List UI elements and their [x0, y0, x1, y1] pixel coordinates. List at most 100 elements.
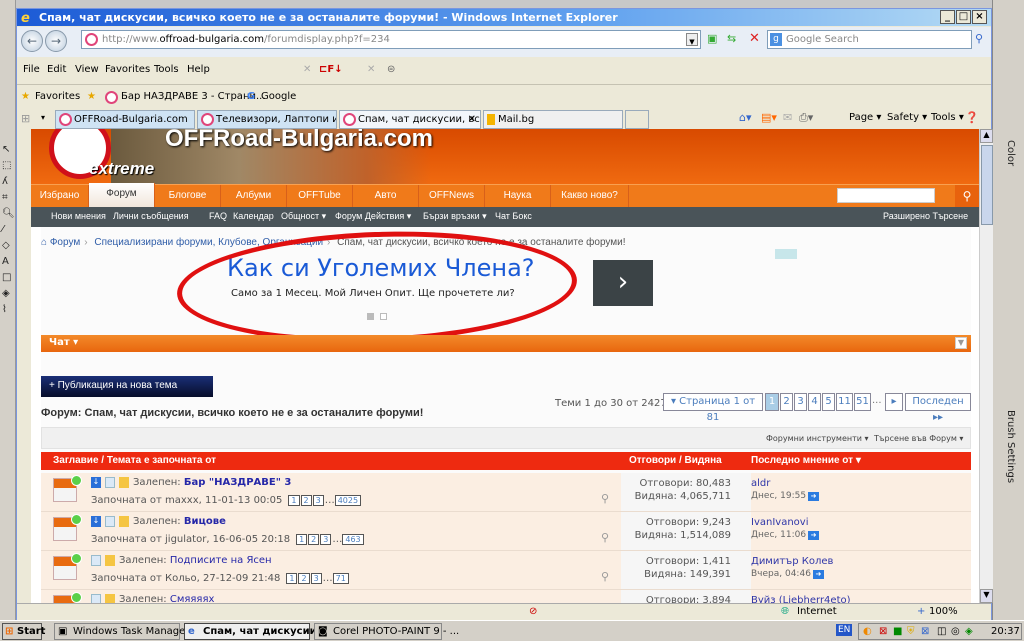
forum-tools-dropdown[interactable]: Форумни инструменти ▾ — [766, 434, 869, 443]
favorite-link[interactable]: Google — [261, 91, 296, 102]
page-link[interactable]: 11 — [836, 393, 853, 411]
scrollbar-thumb[interactable] — [981, 145, 993, 225]
menu-file[interactable]: File — [23, 64, 40, 75]
print-icon[interactable]: ⎙▾ — [799, 111, 813, 125]
search-go-icon[interactable]: ⚲ — [975, 32, 983, 45]
tab-active[interactable]: Спам, чат дискусии, вс... ✕ — [339, 110, 481, 129]
zoom-level[interactable]: 100% — [929, 606, 958, 617]
nav-offnews[interactable]: OFFNews — [419, 185, 485, 208]
pick-tool-icon[interactable]: ↖ — [2, 144, 14, 156]
subnav-community[interactable]: Общност ▾ — [281, 207, 326, 226]
last-page-button[interactable]: Последен ▸▸ — [905, 393, 971, 423]
column-stats[interactable]: Отговори / Видяна — [629, 452, 722, 469]
breadcrumb-forum[interactable]: Форум — [50, 237, 80, 248]
quick-tabs-icon[interactable]: ⊞ — [21, 112, 30, 125]
page-link[interactable]: 3 — [794, 393, 807, 411]
maximize-button[interactable]: □ — [956, 10, 971, 24]
refresh-icon[interactable]: ⇆ — [727, 32, 736, 45]
taskbar-item[interactable]: ▣ Windows Task Manager — [54, 623, 189, 640]
close-toolbar-icon[interactable]: ✕ — [367, 64, 375, 75]
tray-icon[interactable]: ◫ — [937, 624, 946, 639]
menu-edit[interactable]: Edit — [47, 64, 66, 75]
nav-whats-new[interactable]: Какво ново? — [551, 185, 629, 208]
tray-icon[interactable]: ◐ — [863, 624, 872, 639]
search-input[interactable]: g Google Search — [767, 30, 972, 49]
thread-last-page-link[interactable]: 463 — [342, 534, 364, 545]
start-button[interactable]: ⊞ Start — [2, 623, 45, 640]
nav-offtube[interactable]: OFFTube — [287, 185, 353, 208]
menu-help[interactable]: Help — [187, 64, 210, 75]
network-icon[interactable]: ⊠ — [879, 624, 887, 639]
go-to-last-post-icon[interactable]: ➜ — [808, 531, 820, 540]
thread-page-link[interactable]: 2 — [298, 573, 310, 584]
collapse-icon[interactable]: ▼ — [955, 337, 967, 349]
new-posts-icon[interactable] — [71, 475, 82, 486]
minimize-button[interactable]: _ — [940, 10, 955, 24]
tray-icon[interactable]: ◈ — [965, 624, 973, 639]
menu-view[interactable]: View — [75, 64, 99, 75]
thread-title-link[interactable]: Смяяяях — [170, 594, 215, 603]
nav-featured[interactable]: Избрано — [31, 185, 89, 208]
page-tool-icon[interactable]: ⊜ — [387, 64, 395, 75]
feeds-icon[interactable]: ▤▾ — [761, 111, 777, 124]
new-posts-icon[interactable] — [71, 553, 82, 564]
language-indicator[interactable]: EN — [836, 624, 853, 636]
compat-view-icon[interactable]: ▣ — [707, 32, 717, 45]
last-post-user[interactable]: IvanIvanovi — [751, 516, 819, 529]
tray-icon[interactable]: ■ — [893, 624, 902, 639]
network-icon[interactable]: ⊠ — [921, 624, 929, 639]
advanced-search-link[interactable]: Разширено Търсене — [883, 207, 968, 226]
nav-science[interactable]: Наука — [485, 185, 551, 208]
clock[interactable]: 20:37 — [991, 624, 1020, 639]
column-last-post[interactable]: Последно мнение от ▾ — [751, 452, 861, 469]
add-favorite-icon[interactable]: ★ — [87, 91, 96, 102]
page-link[interactable]: 5 — [822, 393, 835, 411]
tab-list-icon[interactable]: ▾ — [41, 113, 45, 122]
stop-icon[interactable]: ✕ — [749, 31, 760, 46]
thread-page-link[interactable]: 3 — [320, 534, 332, 545]
menu-tools[interactable]: Tools — [154, 64, 179, 75]
page-link[interactable]: 4 — [808, 393, 821, 411]
brush-tool-icon[interactable]: ⌇ — [2, 304, 14, 316]
mail-icon[interactable]: ✉ — [783, 111, 792, 124]
tab[interactable]: Mail.bg — [483, 110, 623, 129]
section-header-chat[interactable]: Чат ▾ ▼ — [41, 335, 971, 352]
page-scrollbar[interactable]: ▲ ▼ — [979, 129, 993, 603]
attachment-icon[interactable]: ⚲ — [601, 570, 609, 583]
taskbar-item-active[interactable]: e Спам, чат дискусии, ... — [184, 623, 335, 640]
subnav-faq[interactable]: FAQ — [209, 207, 227, 226]
subnav-private-messages[interactable]: Лични съобщения — [113, 207, 189, 226]
page-menu[interactable]: Page ▾ — [849, 112, 881, 123]
tab[interactable]: Телевизори, Лаптопи и др... — [197, 110, 337, 129]
addon-toolbar-icon[interactable]: ⊏F↓ — [319, 64, 343, 75]
thread-page-link[interactable]: 1 — [288, 495, 300, 506]
crop-tool-icon[interactable]: ⌗ — [2, 192, 14, 204]
address-dropdown-icon[interactable]: ▼ — [686, 33, 698, 46]
scroll-down-arrow[interactable]: ▼ — [980, 589, 993, 603]
thread-page-link[interactable]: 1 — [296, 534, 308, 545]
new-posts-icon[interactable] — [71, 592, 82, 603]
nav-albums[interactable]: Албуми — [221, 185, 287, 208]
column-title[interactable]: Заглавие / Темата е започната от — [53, 452, 216, 469]
go-to-last-post-icon[interactable]: ➜ — [812, 570, 824, 579]
nav-forum[interactable]: Форум — [89, 183, 155, 208]
page-link-current[interactable]: 1 — [765, 393, 779, 411]
nav-blogs[interactable]: Блогове — [155, 185, 221, 208]
thread-page-link[interactable]: 2 — [308, 534, 320, 545]
thread-page-link[interactable]: 3 — [310, 573, 322, 584]
last-post-user[interactable]: Димитър Колев — [751, 555, 833, 568]
close-tab-icon[interactable]: ✕ — [468, 111, 476, 128]
mask-tool-icon[interactable]: ⬚ — [2, 160, 14, 172]
attachment-icon[interactable]: ⚲ — [601, 531, 609, 544]
favorites-button[interactable]: Favorites — [35, 91, 80, 102]
thread-row[interactable]: ↓ Залепен: Бар "НАЗДРАВЕ" 3 Започната от m… — [41, 473, 971, 512]
tools-menu[interactable]: Tools ▾ — [931, 112, 964, 123]
address-bar[interactable]: http://www.offroad-bulgaria.com/forumdis… — [81, 30, 701, 49]
thread-row[interactable]: ↓ Залепен: Вицове Започната от jigulator, … — [41, 512, 971, 551]
home-icon[interactable]: ⌂▾ — [739, 111, 752, 124]
lasso-tool-icon[interactable]: ʎ — [2, 176, 14, 188]
rectangle-tool-icon[interactable]: □ — [2, 272, 14, 284]
text-tool-icon[interactable]: A — [2, 256, 14, 268]
subnav-new-posts[interactable]: Нови мнения — [51, 207, 106, 226]
docker-tab-color[interactable]: Color — [1005, 140, 1016, 166]
